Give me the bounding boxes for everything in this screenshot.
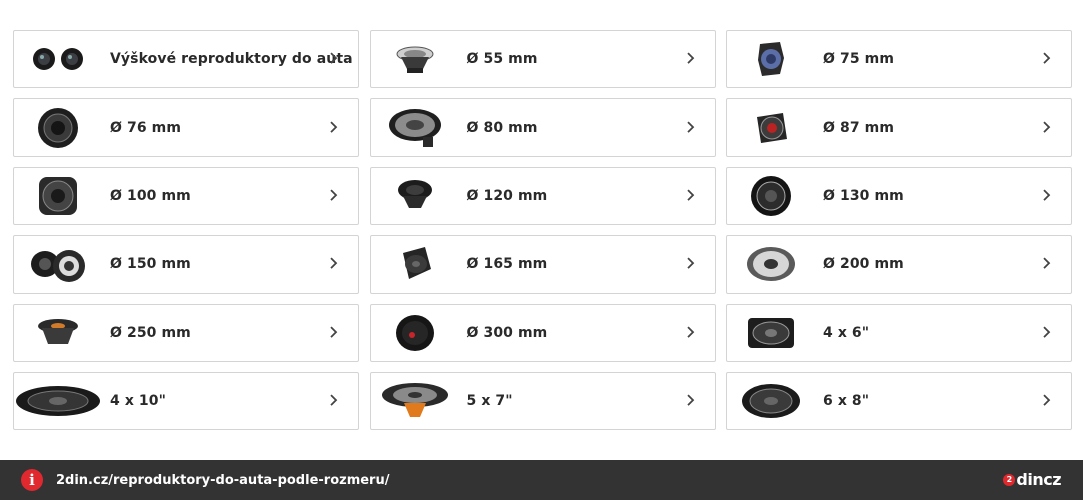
category-label: Ø 150 mm bbox=[110, 256, 191, 273]
category-card-tweeters[interactable]: Výškové reproduktory do auta bbox=[13, 30, 359, 89]
tweeter-pair-icon bbox=[14, 31, 102, 87]
category-label: Ø 250 mm bbox=[110, 324, 191, 341]
category-label: Ø 80 mm bbox=[466, 119, 538, 136]
category-card-4x10[interactable]: 4 x 10" bbox=[13, 371, 359, 431]
chevron-right-icon bbox=[686, 257, 694, 270]
chevron-right-icon bbox=[1043, 326, 1051, 338]
category-label: Ø 120 mm bbox=[466, 187, 548, 204]
category-label: Ø 87 mm bbox=[823, 119, 895, 136]
category-card-6x8[interactable]: 6 x 8" bbox=[726, 371, 1072, 431]
category-card-80mm[interactable]: Ø 80 mm bbox=[369, 98, 716, 157]
category-card-87mm[interactable]: Ø 87 mm bbox=[726, 98, 1072, 157]
chevron-right-icon bbox=[1043, 189, 1051, 201]
category-card-150mm[interactable]: Ø 150 mm bbox=[13, 235, 359, 294]
source-url-link[interactable]: 2din.cz/reproduktory-do-auta-podle-rozme… bbox=[56, 473, 389, 488]
chevron-right-icon bbox=[686, 121, 694, 133]
speaker-120mm-icon bbox=[371, 168, 459, 224]
category-card-55mm[interactable]: Ø 55 mm bbox=[369, 30, 716, 89]
category-label: Výškové reproduktory do auta bbox=[110, 51, 353, 68]
chevron-right-icon bbox=[686, 52, 694, 64]
speaker-200mm-icon bbox=[727, 236, 815, 292]
speaker-4x6-icon bbox=[727, 305, 815, 361]
chevron-right-icon bbox=[330, 257, 338, 270]
info-icon: i bbox=[21, 469, 43, 491]
speaker-4x10-icon bbox=[14, 373, 102, 429]
brand-logo[interactable]: 2 dincz bbox=[1003, 470, 1061, 489]
category-label: Ø 76 mm bbox=[110, 119, 182, 136]
category-label: Ø 75 mm bbox=[823, 51, 895, 68]
chevron-right-icon bbox=[330, 394, 338, 406]
chevron-right-icon bbox=[330, 189, 338, 201]
chevron-right-icon bbox=[330, 326, 338, 338]
subwoofer-300mm-icon bbox=[371, 305, 459, 361]
chevron-right-icon bbox=[330, 52, 338, 64]
chevron-right-icon bbox=[1043, 121, 1051, 133]
category-card-75mm[interactable]: Ø 75 mm bbox=[726, 30, 1072, 89]
speaker-80mm-icon bbox=[371, 100, 459, 156]
category-label: Ø 100 mm bbox=[110, 187, 191, 204]
category-card-4x6[interactable]: 4 x 6" bbox=[726, 303, 1072, 362]
category-card-76mm[interactable]: Ø 76 mm bbox=[13, 98, 359, 157]
speaker-150mm-icon bbox=[14, 236, 102, 292]
chevron-right-icon bbox=[1043, 394, 1051, 406]
chevron-right-icon bbox=[686, 326, 694, 338]
speaker-6x8-icon bbox=[727, 373, 815, 429]
category-card-165mm[interactable]: Ø 165 mm bbox=[369, 235, 716, 294]
category-label: 5 x 7" bbox=[466, 393, 513, 410]
chevron-right-icon bbox=[330, 121, 338, 133]
category-label: Ø 55 mm bbox=[466, 51, 538, 68]
category-label: 6 x 8" bbox=[823, 393, 870, 410]
category-card-300mm[interactable]: Ø 300 mm bbox=[369, 303, 716, 362]
speaker-5x7-icon bbox=[371, 373, 459, 429]
chevron-right-icon bbox=[686, 189, 694, 201]
chevron-right-icon bbox=[1043, 52, 1051, 64]
chevron-right-icon bbox=[1043, 257, 1051, 270]
category-label: Ø 130 mm bbox=[823, 187, 904, 204]
speaker-165mm-icon bbox=[371, 236, 459, 292]
speaker-87mm-icon bbox=[727, 100, 815, 156]
logo-badge: 2 bbox=[1003, 473, 1016, 486]
speaker-250mm-icon bbox=[14, 305, 102, 361]
logo-text: dincz bbox=[1016, 470, 1061, 489]
chevron-right-icon bbox=[686, 394, 694, 406]
source-footer: i 2din.cz/reproduktory-do-auta-podle-roz… bbox=[0, 460, 1083, 500]
speaker-100mm-icon bbox=[14, 168, 102, 224]
speaker-75mm-icon bbox=[727, 31, 815, 87]
speaker-76mm-icon bbox=[14, 100, 102, 156]
category-card-200mm[interactable]: Ø 200 mm bbox=[726, 235, 1072, 294]
speaker-130mm-icon bbox=[727, 168, 815, 224]
speaker-55mm-icon bbox=[371, 31, 459, 87]
category-card-5x7[interactable]: 5 x 7" bbox=[369, 371, 716, 431]
category-card-130mm[interactable]: Ø 130 mm bbox=[726, 166, 1072, 226]
category-grid: Výškové reproduktory do auta Ø 55 mm Ø 7… bbox=[13, 30, 1072, 431]
category-label: 4 x 10" bbox=[110, 393, 166, 410]
category-card-250mm[interactable]: Ø 250 mm bbox=[13, 303, 359, 362]
category-card-120mm[interactable]: Ø 120 mm bbox=[369, 166, 716, 226]
category-label: Ø 300 mm bbox=[466, 324, 548, 341]
category-label: Ø 200 mm bbox=[823, 256, 904, 273]
category-card-100mm[interactable]: Ø 100 mm bbox=[13, 166, 359, 226]
category-label: 4 x 6" bbox=[823, 324, 870, 341]
category-label: Ø 165 mm bbox=[466, 256, 548, 273]
